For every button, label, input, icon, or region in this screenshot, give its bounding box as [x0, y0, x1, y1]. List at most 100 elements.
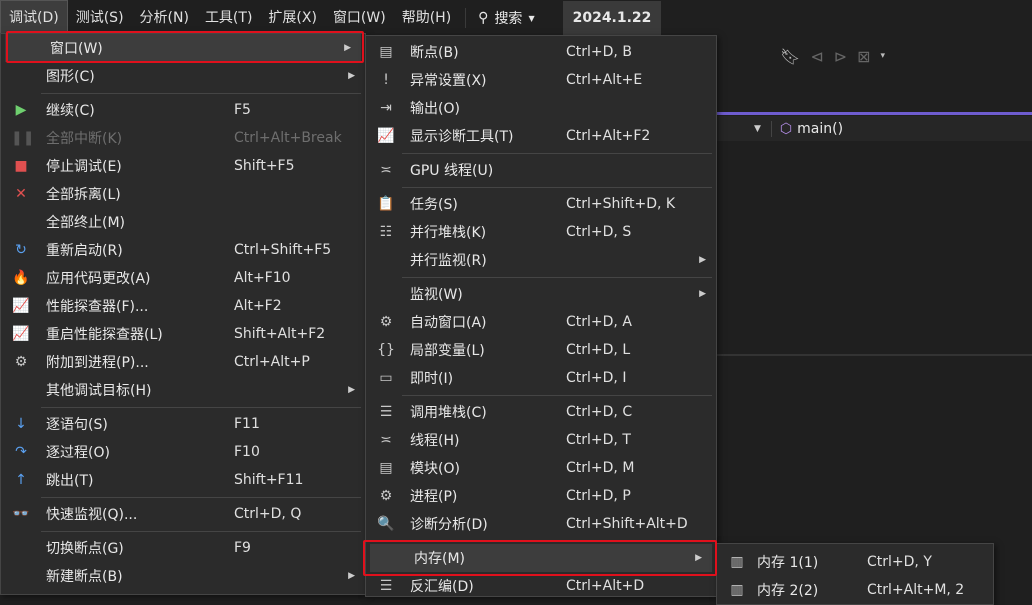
menu-item[interactable]: ▤ 模块(O) Ctrl+D, M: [366, 454, 716, 482]
menu-item[interactable]: ↑ 跳出(T) Shift+F11: [1, 466, 365, 494]
diagnostic-tools-icon: 📈: [377, 128, 395, 144]
menu-item[interactable]: ☷ 并行堆栈(K) Ctrl+D, S: [366, 218, 716, 246]
menu-item[interactable]: ☰ 反汇编(D) Ctrl+Alt+D: [366, 572, 716, 600]
menu-item[interactable]: 新建断点(B) ▶: [1, 562, 365, 590]
menu-item[interactable]: ↻ 重新启动(R) Ctrl+Shift+F5: [1, 236, 365, 264]
menu-item[interactable]: 📈 重启性能探查器(L) Shift+Alt+F2: [1, 320, 365, 348]
menu-item-label: 异常设置(X): [410, 73, 487, 89]
locals-icon: {}: [377, 342, 395, 358]
menu-item-label: 全部拆离(L): [46, 187, 121, 203]
menu-item[interactable]: ↓ 逐语句(S) F11: [1, 410, 365, 438]
menu-item[interactable]: 🔍 诊断分析(D) Ctrl+Shift+Alt+D: [366, 510, 716, 538]
menu-item[interactable]: 监视(W) ▶: [366, 280, 716, 308]
menu-item[interactable]: ⇥ 输出(O): [366, 94, 716, 122]
menu-item[interactable]: ▥ 内存 2(2) Ctrl+Alt+M, 2: [717, 576, 993, 604]
menu-item-label: 应用代码更改(A): [46, 271, 151, 287]
menu-item[interactable]: 其他调试目标(H) ▶: [1, 376, 365, 404]
menu-item-label: 性能探查器(F)...: [46, 299, 149, 315]
menu-item[interactable]: ▶ 继续(C) F5: [1, 96, 365, 124]
close-icon: ✕: [15, 186, 27, 202]
glasses-icon: 👓: [12, 506, 30, 522]
menu-item-label: 模块(O): [410, 461, 460, 477]
toolbar-overflow-icon[interactable]: ▾: [881, 51, 886, 61]
menu-item-shortcut: Ctrl+D, B: [566, 44, 632, 60]
menu-item-shortcut: Shift+F5: [234, 158, 295, 174]
menu-item[interactable]: 👓 快速监视(Q)... Ctrl+D, Q: [1, 500, 365, 528]
function-dropdown[interactable]: ⬡ main(): [770, 120, 844, 137]
menu-item[interactable]: ▤ 断点(B) Ctrl+D, B: [366, 38, 716, 66]
window-submenu: ▤ 断点(B) Ctrl+D, B! 异常设置(X) Ctrl+Alt+E ⇥ 输出(O) 📈…: [365, 35, 717, 597]
menu-item[interactable]: 切换断点(G) F9: [1, 534, 365, 562]
menu-4[interactable]: 扩展(X): [260, 1, 325, 35]
menu-item[interactable]: 📈 显示诊断工具(T) Ctrl+Alt+F2: [366, 122, 716, 150]
menu-item[interactable]: ✕ 全部拆离(L): [1, 180, 365, 208]
menu-item[interactable]: ❚❚ 全部中断(K) Ctrl+Alt+Break: [1, 124, 365, 152]
menu-2[interactable]: 分析(N): [132, 1, 197, 35]
menu-item[interactable]: ☰ 调用堆栈(C) Ctrl+D, C: [366, 398, 716, 426]
stop-icon: ■: [14, 158, 28, 174]
menu-item-label: 逐过程(O): [46, 445, 110, 461]
menu-item[interactable]: ▥ 内存 1(1) Ctrl+D, Y: [717, 548, 993, 576]
play-icon: ▶: [15, 102, 27, 118]
menu-item-shortcut: F9: [234, 540, 251, 556]
chevron-right-icon: ▶: [699, 289, 706, 299]
editor-toolbar: 🔖︎ ⊲ ⊳ ⊠ ▾: [716, 36, 1032, 76]
next-bookmark-icon[interactable]: ⊳: [834, 47, 847, 66]
dropdown-arrow-icon[interactable]: ▼: [754, 124, 761, 134]
highlight-memory-item: [363, 540, 717, 576]
menu-item-label: 重启性能探查器(L): [46, 327, 163, 343]
menu-item[interactable]: ≍ GPU 线程(U): [366, 156, 716, 184]
menu-item-label: 诊断分析(D): [410, 517, 488, 533]
menu-item[interactable]: 📈 性能探查器(F)... Alt+F2: [1, 292, 365, 320]
menu-item[interactable]: ⚙ 进程(P) Ctrl+D, P: [366, 482, 716, 510]
menu-5[interactable]: 窗口(W): [325, 1, 394, 35]
menu-item[interactable]: ■ 停止调试(E) Shift+F5: [1, 152, 365, 180]
output-icon: ⇥: [380, 100, 392, 116]
menu-item-shortcut: Ctrl+D, Q: [234, 506, 302, 522]
menu-item-label: 全部中断(K): [46, 131, 123, 147]
chevron-right-icon: ▶: [348, 571, 355, 581]
menu-item[interactable]: 🔥 应用代码更改(A) Alt+F10: [1, 264, 365, 292]
menu-item[interactable]: 图形(C) ▶: [1, 62, 365, 90]
chevron-right-icon: ▶: [348, 385, 355, 395]
menu-item-shortcut: Ctrl+Alt+Break: [234, 130, 342, 146]
disassembly-icon: ☰: [379, 578, 393, 594]
menu-item[interactable]: ⚙ 附加到进程(P)... Ctrl+Alt+P: [1, 348, 365, 376]
threads-icon: ≍: [380, 432, 392, 448]
menu-item-shortcut: Ctrl+D, Y: [867, 554, 932, 570]
prev-bookmark-icon[interactable]: ⊲: [810, 47, 823, 66]
menu-item-shortcut: Ctrl+D, T: [566, 432, 631, 448]
menu-item[interactable]: 并行监视(R) ▶: [366, 246, 716, 274]
menu-item-label: 快速监视(Q)...: [46, 507, 138, 523]
menu-item[interactable]: {} 局部变量(L) Ctrl+D, L: [366, 336, 716, 364]
function-name: main(): [797, 120, 844, 137]
bookmark-icon[interactable]: 🔖︎: [780, 47, 800, 66]
gpu-threads-icon: ≍: [380, 162, 392, 178]
menu-item-label: 即时(I): [410, 371, 454, 387]
menu-item[interactable]: ! 异常设置(X) Ctrl+Alt+E: [366, 66, 716, 94]
menu-1[interactable]: 测试(S): [68, 1, 132, 35]
clear-bookmarks-icon[interactable]: ⊠: [857, 47, 870, 66]
menu-item[interactable]: 全部终止(M): [1, 208, 365, 236]
menu-item-shortcut: Ctrl+Alt+M, 2: [867, 582, 965, 598]
diagnostic-analysis-icon: 🔍: [377, 516, 395, 532]
profiler-restart-icon: 📈: [12, 326, 30, 342]
menu-item-shortcut: Ctrl+D, I: [566, 370, 627, 386]
pause-icon: ❚❚: [11, 130, 35, 146]
menu-item[interactable]: 📋 任务(S) Ctrl+Shift+D, K: [366, 190, 716, 218]
menu-separator: [41, 407, 361, 408]
menu-item-label: 内存 2(2): [757, 583, 819, 599]
menu-item-shortcut: Ctrl+D, L: [566, 342, 631, 358]
menu-item[interactable]: ⚙ 自动窗口(A) Ctrl+D, A: [366, 308, 716, 336]
menu-item[interactable]: ▭ 即时(I) Ctrl+D, I: [366, 364, 716, 392]
menu-3[interactable]: 工具(T): [197, 1, 260, 35]
menu-item-label: GPU 线程(U): [410, 163, 494, 179]
step-into-icon: ↓: [15, 416, 27, 432]
menu-item[interactable]: ↷ 逐过程(O) F10: [1, 438, 365, 466]
search-button[interactable]: ⚲ 搜索 ▼: [465, 8, 546, 28]
menu-item[interactable]: ≍ 线程(H) Ctrl+D, T: [366, 426, 716, 454]
menu-item-shortcut: Ctrl+D, C: [566, 404, 633, 420]
menu-6[interactable]: 帮助(H): [394, 1, 459, 35]
menu-item-label: 断点(B): [410, 45, 459, 61]
menu-item-label: 跳出(T): [46, 473, 94, 489]
